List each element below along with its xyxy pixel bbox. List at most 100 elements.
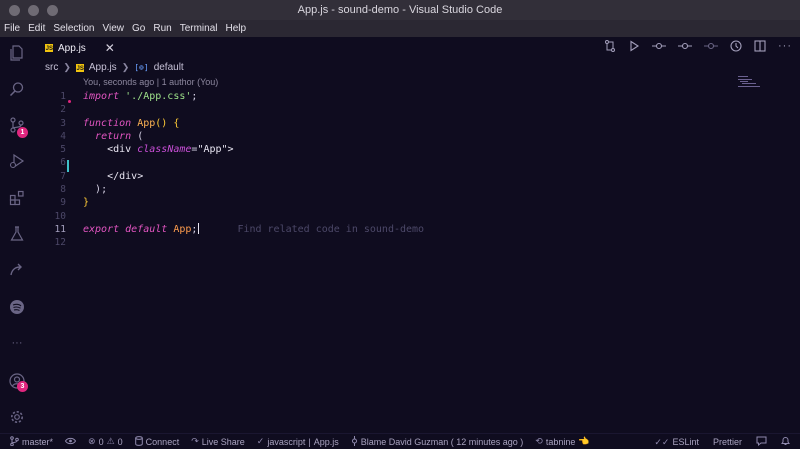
- tab-app-js[interactable]: JS App.js ✕: [40, 37, 124, 59]
- status-bar-right: ✓✓ ESLint Prettier: [654, 434, 790, 449]
- menu-file[interactable]: File: [4, 23, 20, 34]
- keyword: import: [83, 91, 120, 102]
- toggle-blame-icon[interactable]: [730, 40, 742, 55]
- connect-status[interactable]: Connect: [134, 435, 180, 448]
- code-line[interactable]: import './App.css';: [83, 90, 424, 103]
- title-bar: App.js - sound-demo - Visual Studio Code: [0, 0, 800, 20]
- punctuation: ;: [191, 91, 198, 102]
- code-line[interactable]: <div className="App">: [83, 143, 424, 156]
- blame-status[interactable]: Blame David Guzman ( 12 minutes ago ): [351, 435, 523, 448]
- code-lines[interactable]: import './App.css'; function App() { ret…: [83, 90, 424, 250]
- code-line[interactable]: </div>: [83, 170, 424, 183]
- live-share-icon: ↷: [191, 436, 199, 446]
- keyword: export: [83, 223, 120, 235]
- eslint-status[interactable]: ✓✓ ESLint: [654, 437, 699, 448]
- more-actions-icon[interactable]: ···: [778, 40, 792, 55]
- next-change-icon[interactable]: [704, 40, 718, 55]
- keyword: return: [95, 130, 132, 142]
- prettier-status[interactable]: Prettier: [713, 437, 742, 447]
- menu-selection[interactable]: Selection: [53, 23, 94, 34]
- code-line[interactable]: );: [83, 183, 424, 196]
- menu-bar: File Edit Selection View Go Run Terminal…: [0, 20, 800, 37]
- line-number: 1: [60, 91, 66, 102]
- sync-status[interactable]: [64, 437, 77, 447]
- settings-gear-icon[interactable]: [8, 408, 26, 426]
- line-number: 4: [60, 130, 66, 142]
- code-line[interactable]: function App() {: [83, 117, 424, 130]
- prettier-label: Prettier: [712, 437, 742, 447]
- punctuation: ;: [191, 223, 198, 235]
- minimap[interactable]: [734, 74, 780, 94]
- more-views-icon[interactable]: ···: [8, 334, 26, 352]
- live-share-status[interactable]: ↷ Live Share: [191, 436, 245, 447]
- line-number: 3: [60, 117, 66, 129]
- window-title: App.js - sound-demo - Visual Studio Code: [297, 4, 503, 16]
- git-commit-icon[interactable]: [652, 40, 666, 55]
- menu-go[interactable]: Go: [132, 23, 145, 34]
- search-icon[interactable]: [8, 80, 26, 98]
- code-line[interactable]: [83, 210, 424, 223]
- string-literal: './App.css': [125, 91, 192, 102]
- notifications-bell-icon[interactable]: [781, 436, 790, 448]
- editor-actions: ···: [604, 40, 792, 55]
- warning-count: 0: [117, 436, 123, 447]
- check-icon: ✓: [256, 436, 265, 446]
- code-line[interactable]: }: [83, 196, 424, 209]
- code-line[interactable]: [83, 156, 424, 169]
- git-branch-icon: [10, 435, 19, 448]
- eslint-label: ESLint: [672, 437, 699, 447]
- menu-view[interactable]: View: [103, 23, 125, 34]
- database-icon: [134, 435, 143, 448]
- jsx-tag: </div>: [107, 170, 144, 182]
- menu-edit[interactable]: Edit: [28, 23, 45, 34]
- tab-close-icon[interactable]: ✕: [105, 41, 115, 55]
- line-number: 8: [60, 184, 66, 196]
- symbol-variable-icon: [⊚]: [134, 63, 149, 72]
- previous-change-icon[interactable]: [678, 40, 692, 55]
- run-debug-icon[interactable]: [8, 152, 26, 170]
- breadcrumb-folder[interactable]: src: [45, 62, 58, 73]
- testing-flask-icon[interactable]: [8, 225, 26, 243]
- double-check-icon: ✓✓: [654, 436, 670, 447]
- modified-line-marker: [68, 100, 71, 103]
- activity-bar: 1 ··· 3: [0, 37, 34, 433]
- code-line[interactable]: return (: [83, 130, 424, 143]
- menu-help[interactable]: Help: [226, 23, 247, 34]
- minimap-line: [740, 81, 748, 82]
- code-editor[interactable]: You, seconds ago | 1 author (You) 1 2 3 …: [34, 74, 800, 433]
- warning-icon: ⚠: [106, 436, 115, 446]
- codelens-blame[interactable]: You, seconds ago | 1 author (You): [83, 77, 218, 87]
- inline-hint[interactable]: Find related code in sound-demo: [237, 224, 424, 235]
- line-number-gutter: 1 2 3 4 5 6 7 8 9 10 11 12: [34, 90, 66, 250]
- extensions-icon[interactable]: [8, 189, 26, 207]
- code-line[interactable]: [83, 236, 424, 249]
- explorer-icon[interactable]: [8, 44, 26, 62]
- code-line[interactable]: [83, 103, 424, 116]
- breadcrumb: src ❯ JS App.js ❯ [⊚] default: [45, 62, 184, 73]
- line-number: 7: [60, 170, 66, 182]
- line-number: 6: [60, 157, 66, 169]
- menu-run[interactable]: Run: [153, 23, 171, 34]
- tabnine-label: tabnine: [545, 436, 576, 447]
- open-changes-icon[interactable]: [604, 40, 616, 55]
- error-count: 0: [98, 436, 104, 447]
- sync-eye-icon: [64, 437, 77, 447]
- spotify-icon[interactable]: [8, 298, 26, 316]
- chevron-right-icon: ❯: [63, 62, 71, 72]
- live-share-icon[interactable]: [8, 261, 26, 279]
- line-number: 5: [60, 144, 66, 156]
- run-file-icon[interactable]: [628, 40, 640, 55]
- live-share-label: Live Share: [201, 436, 245, 447]
- menu-terminal[interactable]: Terminal: [180, 23, 218, 34]
- breadcrumb-file[interactable]: App.js: [89, 62, 117, 73]
- branch-status[interactable]: master*: [10, 435, 53, 448]
- connect-label: Connect: [145, 436, 180, 447]
- split-editor-icon[interactable]: [754, 40, 766, 55]
- language-status[interactable]: ✓ javascript | App.js: [257, 436, 339, 447]
- code-line-current[interactable]: export default App; Find related code in …: [83, 223, 424, 236]
- problems-status[interactable]: ⊗ 0 ⚠ 0: [88, 436, 123, 447]
- breadcrumb-symbol[interactable]: default: [154, 62, 184, 73]
- tabnine-status[interactable]: ⟲ tabnine 👈: [535, 436, 589, 447]
- feedback-icon[interactable]: [756, 436, 767, 448]
- minimap-line: [738, 76, 748, 77]
